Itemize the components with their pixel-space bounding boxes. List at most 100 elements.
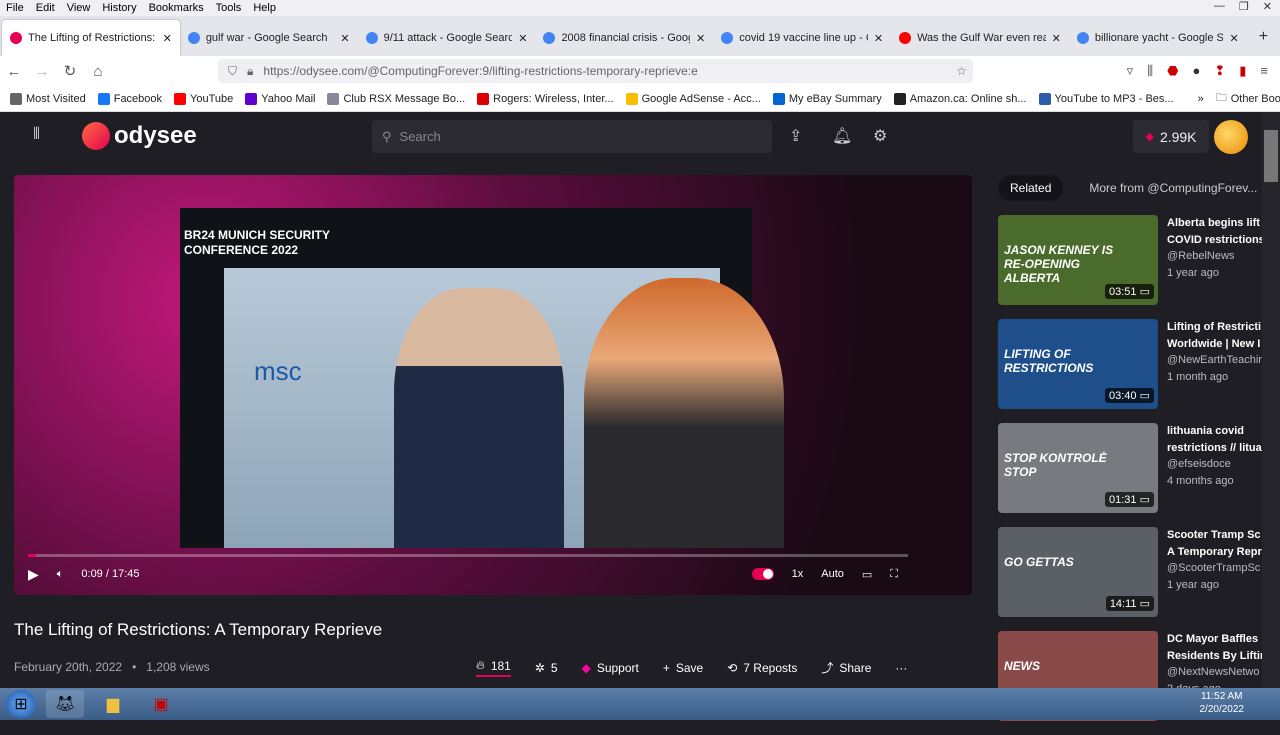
- related-channel[interactable]: @NextNewsNetwo: [1167, 664, 1262, 681]
- odysee-logo[interactable]: odysee: [82, 122, 197, 150]
- video-camera-icon: ▭: [1139, 598, 1150, 610]
- scrollbar[interactable]: [1262, 112, 1280, 688]
- menu-view[interactable]: View: [67, 0, 91, 16]
- video-thumbnail[interactable]: STOP KONTROLĖ STOP 01:31 ▭: [998, 423, 1158, 513]
- scrollbar-thumb[interactable]: [1264, 130, 1278, 182]
- bookmark-star-icon[interactable]: ☆: [956, 64, 967, 78]
- start-button[interactable]: ⊞: [6, 690, 36, 718]
- close-tab-icon[interactable]: ✕: [340, 32, 349, 45]
- related-channel[interactable]: @ScooterTrampSc: [1167, 560, 1262, 577]
- menu-history[interactable]: History: [102, 0, 136, 16]
- related-video-card[interactable]: LIFTING OF RESTRICTIONS 03:40 ▭ Lifting of…: [998, 319, 1262, 423]
- video-thumbnail[interactable]: GO GETTAS 14:11 ▭: [998, 527, 1158, 617]
- search-input[interactable]: ⚲ Search: [372, 120, 772, 153]
- url-text[interactable]: https://odysee.com/@ComputingForever:9/l…: [263, 64, 697, 78]
- tab-related[interactable]: Related: [998, 175, 1064, 201]
- extension-icon[interactable]: ❢: [1214, 63, 1225, 79]
- video-thumbnail[interactable]: JASON KENNEY IS RE-OPENING ALBERTA 03:51 …: [998, 215, 1158, 305]
- bookmark-item[interactable]: Most Visited: [10, 92, 86, 105]
- related-video-card[interactable]: JASON KENNEY IS RE-OPENING ALBERTA 03:51 …: [998, 215, 1262, 319]
- avatar[interactable]: [1214, 120, 1248, 154]
- overflow-chevron-icon[interactable]: »: [1198, 93, 1204, 105]
- quality-button[interactable]: Auto: [821, 568, 844, 580]
- close-window-button[interactable]: ✕: [1263, 0, 1272, 13]
- video-player[interactable]: BR24 MUNICH SECURITY CONFERENCE 2022 msc…: [14, 175, 972, 595]
- gear-icon[interactable]: ⚙: [873, 126, 887, 146]
- bookmark-item[interactable]: My eBay Summary: [772, 92, 882, 105]
- share-button[interactable]: ⤴ Share: [821, 659, 871, 676]
- bookmark-item[interactable]: Yahoo Mail: [245, 92, 315, 105]
- menu-help[interactable]: Help: [253, 0, 276, 16]
- browser-tab[interactable]: covid 19 vaccine line up - Go ✕: [713, 20, 891, 56]
- bookmark-item[interactable]: YouTube: [174, 92, 233, 105]
- fullscreen-icon[interactable]: ⛶: [890, 568, 898, 581]
- menu-bookmarks[interactable]: Bookmarks: [149, 0, 204, 16]
- bell-icon[interactable]: 🔔︎: [832, 126, 852, 146]
- menu-edit[interactable]: Edit: [36, 0, 55, 16]
- video-thumbnail[interactable]: LIFTING OF RESTRICTIONS 03:40 ▭: [998, 319, 1158, 409]
- repost-button[interactable]: ⟲ 7 Reposts: [727, 661, 797, 675]
- bookmark-item[interactable]: Facebook: [97, 92, 162, 105]
- browser-tab[interactable]: Was the Gulf War even real? ✕: [891, 20, 1069, 56]
- support-button[interactable]: ◆ Support: [582, 661, 639, 675]
- hamburger-menu-icon[interactable]: ≡: [1260, 63, 1268, 79]
- upload-icon[interactable]: ⇪: [789, 126, 802, 146]
- duration-badge: 14:11 ▭: [1105, 596, 1154, 611]
- extension-icon[interactable]: ▮: [1239, 63, 1246, 79]
- url-bar[interactable]: ⛉ 🔒︎ https://odysee.com/@ComputingForever…: [218, 59, 973, 83]
- menu-tools[interactable]: Tools: [216, 0, 242, 16]
- bookmark-item[interactable]: Rogers: Wireless, Inter...: [477, 92, 614, 105]
- credits-button[interactable]: ◆ 2.99K: [1133, 120, 1209, 153]
- close-tab-icon[interactable]: ✕: [163, 32, 172, 45]
- adblock-icon[interactable]: ⬣: [1167, 63, 1178, 79]
- related-video-card[interactable]: GO GETTAS 14:11 ▭ Scooter Tramp Sc A Tempor…: [998, 527, 1262, 631]
- bookmark-item[interactable]: Amazon.ca: Online sh...: [893, 92, 1027, 105]
- close-tab-icon[interactable]: ✕: [696, 32, 705, 45]
- new-tab-button[interactable]: +: [1247, 28, 1280, 56]
- tab-more-from-channel[interactable]: More from @ComputingForev...: [1077, 175, 1269, 201]
- maximize-button[interactable]: ❐: [1239, 0, 1249, 13]
- speed-button[interactable]: 1x: [792, 568, 804, 580]
- browser-tab[interactable]: The Lifting of Restrictions: A T ✕: [2, 20, 180, 56]
- browser-tab[interactable]: 9/11 attack - Google Search ✕: [358, 20, 536, 56]
- close-tab-icon[interactable]: ✕: [1052, 32, 1061, 45]
- autoplay-toggle[interactable]: [751, 568, 774, 580]
- reload-icon[interactable]: ↻: [56, 62, 84, 80]
- play-icon[interactable]: ▶: [28, 566, 39, 583]
- theater-mode-icon[interactable]: ▭: [862, 568, 872, 581]
- back-icon[interactable]: ←: [0, 63, 28, 80]
- search-icon: ⚲: [382, 128, 392, 144]
- minimize-button[interactable]: —: [1214, 0, 1225, 13]
- close-tab-icon[interactable]: ✕: [874, 32, 883, 45]
- tab-bar: The Lifting of Restrictions: A T✕gulf wa…: [0, 16, 1280, 56]
- pocket-icon[interactable]: ▿: [1127, 63, 1134, 79]
- menu-file[interactable]: File: [6, 0, 24, 16]
- related-channel[interactable]: @efseisdoce: [1167, 456, 1262, 473]
- like-button[interactable]: 🔥︎ 181: [476, 658, 511, 677]
- sidebar-menu-icon[interactable]: ⦀: [33, 126, 40, 144]
- dislike-button[interactable]: ✲ 5: [535, 661, 558, 675]
- close-tab-icon[interactable]: ✕: [1229, 32, 1238, 45]
- save-button[interactable]: + Save: [663, 661, 703, 675]
- clock[interactable]: 11:52 AM 2/20/2022: [1200, 690, 1245, 716]
- browser-tab[interactable]: gulf war - Google Search ✕: [180, 20, 358, 56]
- other-bookmarks[interactable]: 🗀Other Bookmarks: [1216, 89, 1280, 108]
- more-icon[interactable]: ···: [895, 661, 907, 675]
- bookmark-item[interactable]: Google AdSense - Acc...: [625, 92, 761, 105]
- app-icon[interactable]: ▣: [142, 690, 180, 718]
- home-icon[interactable]: ⌂: [84, 63, 112, 80]
- close-tab-icon[interactable]: ✕: [518, 32, 527, 45]
- volume-icon[interactable]: 🔈︎: [57, 568, 64, 581]
- file-explorer-icon[interactable]: ▆: [94, 690, 132, 718]
- firefox-icon[interactable]: 🦊︎: [46, 690, 84, 718]
- related-channel[interactable]: @RebelNews: [1167, 248, 1262, 265]
- browser-tab[interactable]: 2008 financial crisis - Google ✕: [535, 20, 713, 56]
- extension-icon[interactable]: ●: [1192, 63, 1200, 79]
- related-channel[interactable]: @NewEarthTeachir: [1167, 352, 1262, 369]
- bookmark-item[interactable]: Club RSX Message Bo...: [327, 92, 465, 105]
- bookmark-item[interactable]: YouTube to MP3 - Bes...: [1038, 92, 1174, 105]
- library-icon[interactable]: ⫼: [1147, 63, 1153, 79]
- related-video-card[interactable]: STOP KONTROLĖ STOP 01:31 ▭ lithuania covid…: [998, 423, 1262, 527]
- browser-tab[interactable]: billionare yacht - Google Sea ✕: [1069, 20, 1247, 56]
- forward-icon[interactable]: →: [28, 63, 56, 80]
